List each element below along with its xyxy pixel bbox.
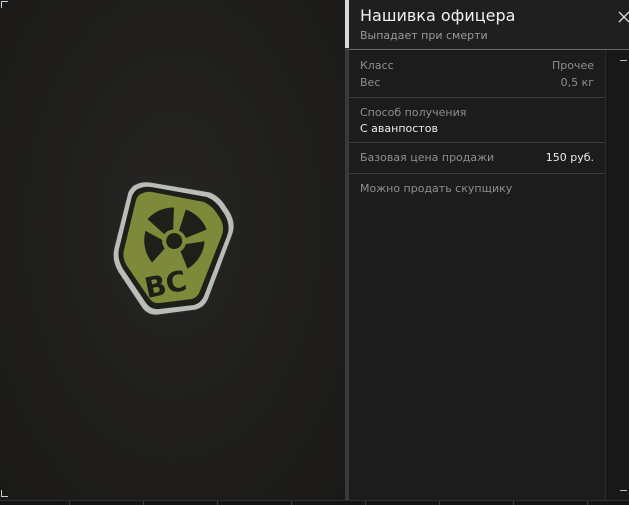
bottom-tick — [217, 501, 218, 505]
bottom-tick — [587, 501, 588, 505]
bottom-tick — [69, 501, 70, 505]
stats-section-acquire: Способ получения С аванпостов — [349, 98, 605, 143]
class-label: Класс — [360, 59, 394, 72]
weight-value: 0,5 кг — [560, 76, 594, 89]
scroll-top-mark — [620, 60, 627, 61]
frame-corner-top-left — [1, 1, 8, 8]
radiation-patch-icon: BC — [112, 181, 235, 316]
bottom-tick — [439, 501, 440, 505]
scrollbar[interactable] — [605, 50, 629, 500]
close-icon[interactable] — [617, 10, 629, 24]
frame-corner-bottom-left — [1, 490, 8, 497]
item-header: Нашивка офицера Выпадает при смерти — [349, 0, 629, 50]
class-value: Прочее — [551, 59, 594, 72]
item-preview-area: BC — [0, 0, 345, 500]
price-label: Базовая цена продажи — [360, 151, 495, 164]
item-subtitle: Выпадает при смерти — [360, 29, 488, 42]
sell-note: Можно продать скупщику — [360, 182, 513, 195]
item-title: Нашивка офицера — [360, 6, 516, 25]
price-value: 150 руб. — [545, 151, 594, 164]
bottom-tick — [143, 501, 144, 505]
acquire-value: С аванпостов — [360, 122, 438, 135]
scroll-bottom-mark — [620, 490, 627, 491]
bottom-tick — [513, 501, 514, 505]
bottom-divider — [0, 500, 629, 501]
item-stats: Класс Прочее Вес 0,5 кг Способ получения… — [349, 50, 605, 500]
weight-label: Вес — [360, 76, 381, 89]
bottom-tick — [365, 501, 366, 505]
item-info-panel: Нашивка офицера Выпадает при смерти Клас… — [349, 0, 629, 500]
acquire-label: Способ получения — [360, 106, 467, 119]
stats-section-basic: Класс Прочее Вес 0,5 кг — [349, 50, 605, 98]
stats-section-price: Базовая цена продажи 150 руб. — [349, 143, 605, 174]
bottom-tick — [291, 501, 292, 505]
